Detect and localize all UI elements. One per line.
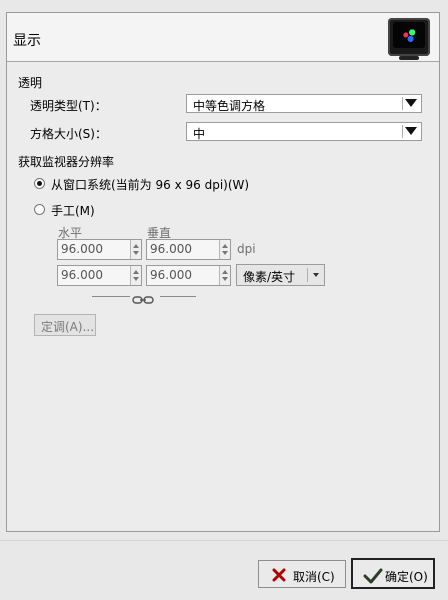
ok-button[interactable]: 确定(O) [351,558,435,589]
spin-up-icon[interactable] [133,270,139,274]
spin-down-icon[interactable] [222,251,228,255]
dpi-unit-label: dpi [237,242,256,256]
check-size-select[interactable]: 中 [186,122,422,141]
chevron-down-icon [405,99,417,107]
horizontal-resolution-input[interactable]: 96.000 [57,239,142,260]
transparency-section-title: 透明 [18,76,43,90]
chevron-down-icon [313,273,319,277]
chevron-down-icon [405,127,417,135]
radio-manual-label: 手工(M) [51,204,95,218]
check-size-label: 方格大小(S)： [30,127,107,141]
checkmark-arrow-icon [363,568,383,584]
chain-line-right [160,296,196,297]
spin-down-icon[interactable] [133,251,139,255]
unit-select-value: 像素/英寸 [243,270,296,284]
spin-up-icon[interactable] [222,270,228,274]
chain-link-icon[interactable] [132,293,154,304]
monitor-stand [399,56,419,60]
dialog-header [7,13,439,62]
spin-buttons[interactable] [219,240,230,259]
horizontal-resolution-value: 96.000 [61,242,103,256]
monitor-resolution-section-title: 获取监视器分辨率 [18,155,115,169]
cancel-button[interactable]: 取消(C) [258,560,346,588]
calibrate-button[interactable]: 定调(A)... [34,314,96,336]
chain-link-svg [132,296,154,304]
radio-manual[interactable] [34,204,45,215]
unit-select[interactable]: 像素/英寸 [236,264,325,286]
spin-up-icon[interactable] [133,244,139,248]
spin-down-icon[interactable] [133,277,139,281]
select-separator [402,125,403,138]
spin-down-icon[interactable] [222,277,228,281]
dialog-title: 显示 [13,33,41,49]
chain-line-left [92,296,130,297]
horizontal-resolution-input-2[interactable]: 96.000 [57,265,142,286]
transparency-type-select[interactable]: 中等色调方格 [186,94,422,113]
calibrate-button-label: 定调(A)... [41,320,95,334]
vertical-resolution-input-2[interactable]: 96.000 [146,265,231,286]
spin-buttons[interactable] [130,266,141,285]
spin-up-icon[interactable] [222,244,228,248]
ok-button-label: 确定(O) [385,570,428,584]
transparency-type-label: 透明类型(T)： [30,99,107,113]
vertical-resolution-value: 96.000 [150,242,192,256]
horizontal-resolution-value-2: 96.000 [61,268,103,282]
unit-select-separator [307,268,308,282]
bottom-separator [0,540,448,541]
close-icon [272,568,286,582]
radio-from-system-label: 从窗口系统(当前为 96 x 96 dpi)(W) [51,178,250,192]
vertical-resolution-value-2: 96.000 [150,268,192,282]
vertical-resolution-input[interactable]: 96.000 [146,239,231,260]
spin-buttons[interactable] [130,240,141,259]
select-separator [402,97,403,110]
cancel-button-label: 取消(C) [293,570,335,584]
spin-buttons[interactable] [219,266,230,285]
radio-from-system[interactable] [34,178,45,189]
check-size-value: 中 [193,127,206,141]
transparency-type-value: 中等色调方格 [193,99,266,113]
monitor-screen [393,22,425,48]
